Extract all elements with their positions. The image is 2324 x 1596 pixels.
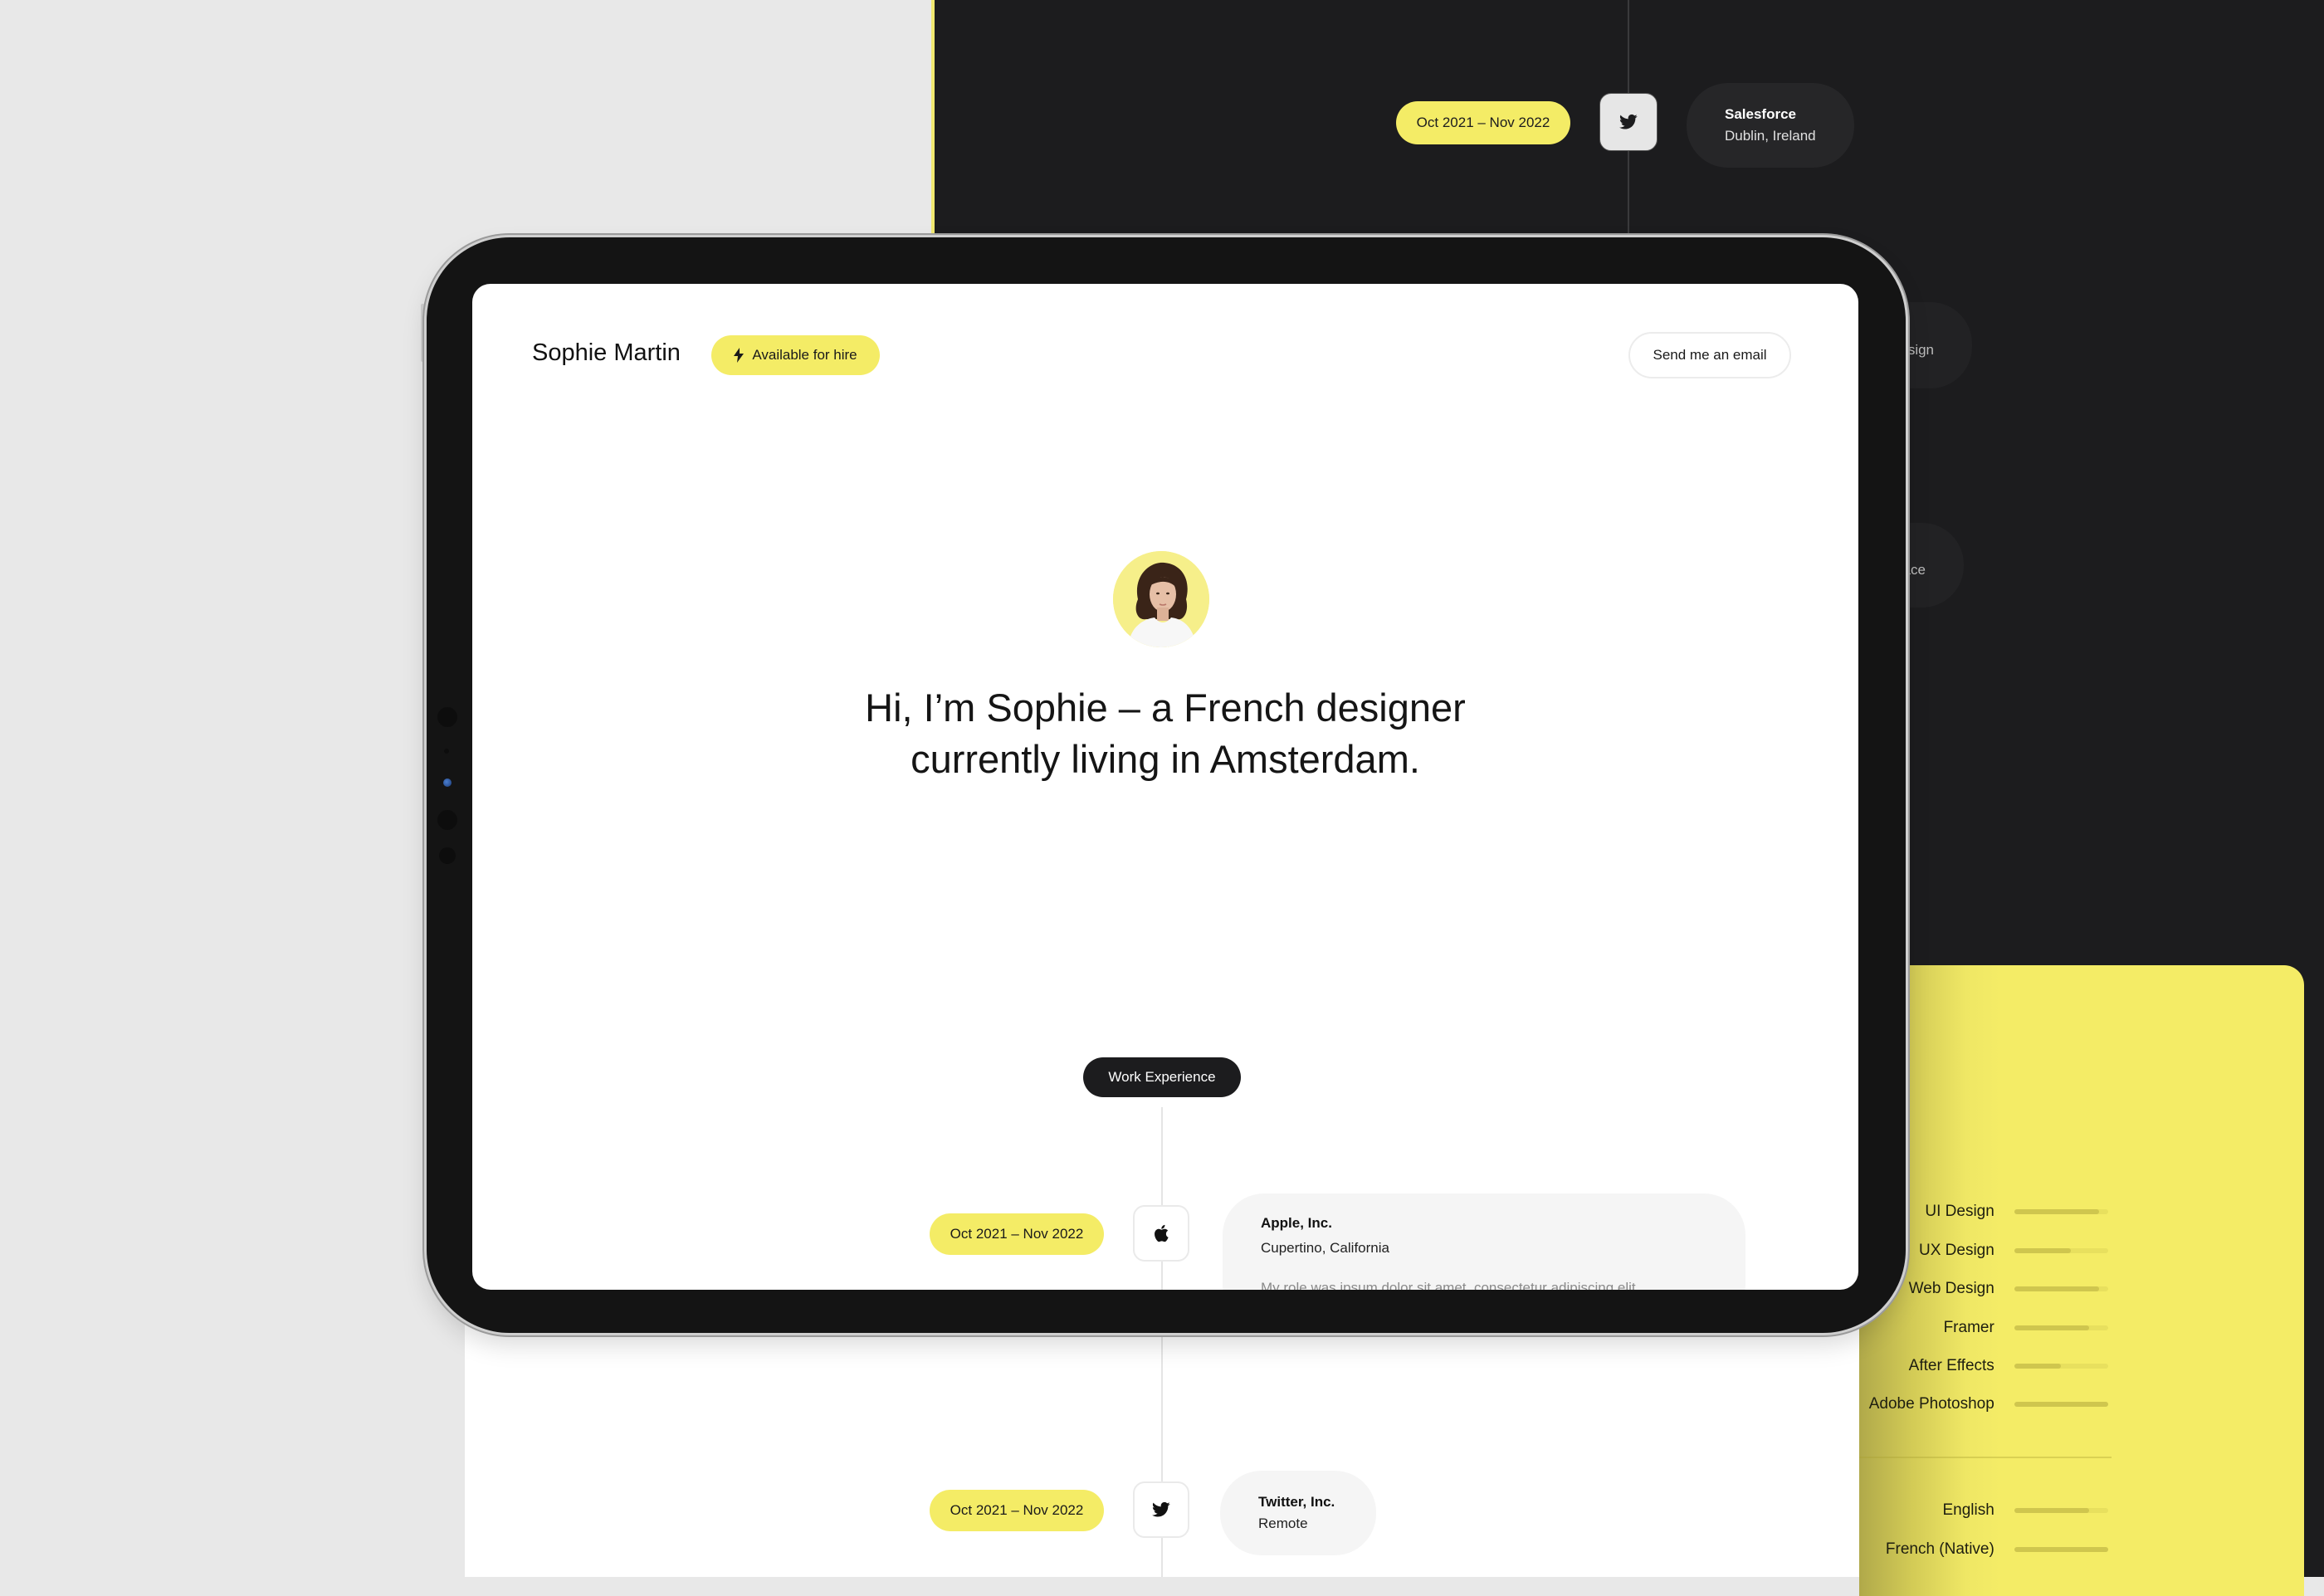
date-pill: Oct 2021 – Nov 2022 <box>930 1213 1104 1255</box>
job-company: Apple, Inc. <box>1261 1215 1332 1231</box>
tablet-power-button <box>421 304 425 362</box>
profile-photo <box>1113 551 1209 647</box>
dark-job-company: Salesforce <box>1725 106 1796 122</box>
job-location: Cupertino, California <box>1261 1240 1389 1256</box>
skill-row: Adobe Photoshop <box>1859 1388 2108 1421</box>
dark-partial-card-text: sign <box>1907 342 1934 358</box>
skills-divider <box>1859 1457 2112 1458</box>
job-location: Remote <box>1258 1515 1308 1531</box>
skill-label: After Effects <box>1908 1357 1994 1374</box>
dark-job-location: Dublin, Ireland <box>1725 128 1816 144</box>
skill-level-fill <box>2014 1364 2062 1369</box>
skill-level-fill <box>2014 1325 2090 1330</box>
company-icon-box <box>1133 1481 1189 1538</box>
language-level-fill <box>2014 1508 2090 1513</box>
front-camera-lens <box>443 778 452 787</box>
timeline-line <box>1161 1107 1163 1290</box>
dark-company-icon-box <box>1599 93 1658 151</box>
site-owner-name[interactable]: Sophie Martin <box>532 339 681 367</box>
skill-level-bar <box>2014 1325 2108 1330</box>
availability-badge: Available for hire <box>711 335 880 375</box>
camera-sensor <box>437 707 457 727</box>
apple-icon <box>1155 1224 1169 1242</box>
language-label: English <box>1942 1501 1994 1519</box>
skill-level-bar <box>2014 1286 2108 1291</box>
job-card[interactable]: Apple, Inc. Cupertino, California My rol… <box>1223 1193 1745 1290</box>
language-row: English <box>1859 1494 2108 1527</box>
language-label: French (Native) <box>1885 1540 1994 1558</box>
company-icon-box <box>1133 1205 1189 1262</box>
hero-headline: Hi, I’m Sophie – a French designer curre… <box>472 682 1858 785</box>
timeline-line <box>1161 1333 1163 1577</box>
twitter-icon <box>1619 114 1638 129</box>
work-experience-label: Work Experience <box>1083 1057 1241 1097</box>
dark-partial-card-text: ace <box>1902 562 1926 578</box>
skill-level-bar <box>2014 1248 2108 1253</box>
date-pill: Oct 2021 – Nov 2022 <box>930 1490 1104 1531</box>
dark-date-pill: Oct 2021 – Nov 2022 <box>1396 101 1570 144</box>
language-level-bar <box>2014 1508 2108 1513</box>
camera-sensor <box>437 810 457 830</box>
camera-sensor <box>444 749 449 754</box>
skill-level-fill <box>2014 1209 2099 1214</box>
skill-row: Framer <box>1859 1311 2108 1345</box>
hero-headline-line: Hi, I’m Sophie – a French designer <box>865 686 1466 730</box>
dark-job-card: Salesforce Dublin, Ireland <box>1687 83 1854 168</box>
skill-level-fill <box>2014 1248 2071 1253</box>
job-company: Twitter, Inc. <box>1258 1494 1335 1510</box>
language-row: French (Native) <box>1859 1533 2108 1566</box>
lightning-icon <box>734 348 745 363</box>
skill-row: After Effects <box>1859 1350 2108 1383</box>
twitter-icon <box>1152 1501 1170 1517</box>
skill-label: Adobe Photoshop <box>1868 1395 1994 1413</box>
hero-headline-line: currently living in Amsterdam. <box>911 737 1420 781</box>
avatar <box>1113 551 1209 647</box>
language-level-bar <box>2014 1547 2108 1552</box>
send-email-button[interactable]: Send me an email <box>1628 332 1791 378</box>
camera-sensor <box>439 847 456 864</box>
skill-level-bar <box>2014 1209 2108 1214</box>
skill-label: Framer <box>1943 1319 1994 1336</box>
tablet-screen: Sophie Martin Available for hire Send me… <box>472 284 1858 1290</box>
job-description: My role was ipsum dolor sit amet, consec… <box>1261 1280 1640 1290</box>
language-level-fill <box>2014 1547 2108 1552</box>
job-card[interactable]: Twitter, Inc. Remote <box>1220 1471 1376 1555</box>
skill-level-fill <box>2014 1286 2099 1291</box>
skill-level-fill <box>2014 1402 2108 1407</box>
skill-level-bar <box>2014 1364 2108 1369</box>
availability-label: Available for hire <box>752 347 857 363</box>
skill-level-bar <box>2014 1402 2108 1407</box>
